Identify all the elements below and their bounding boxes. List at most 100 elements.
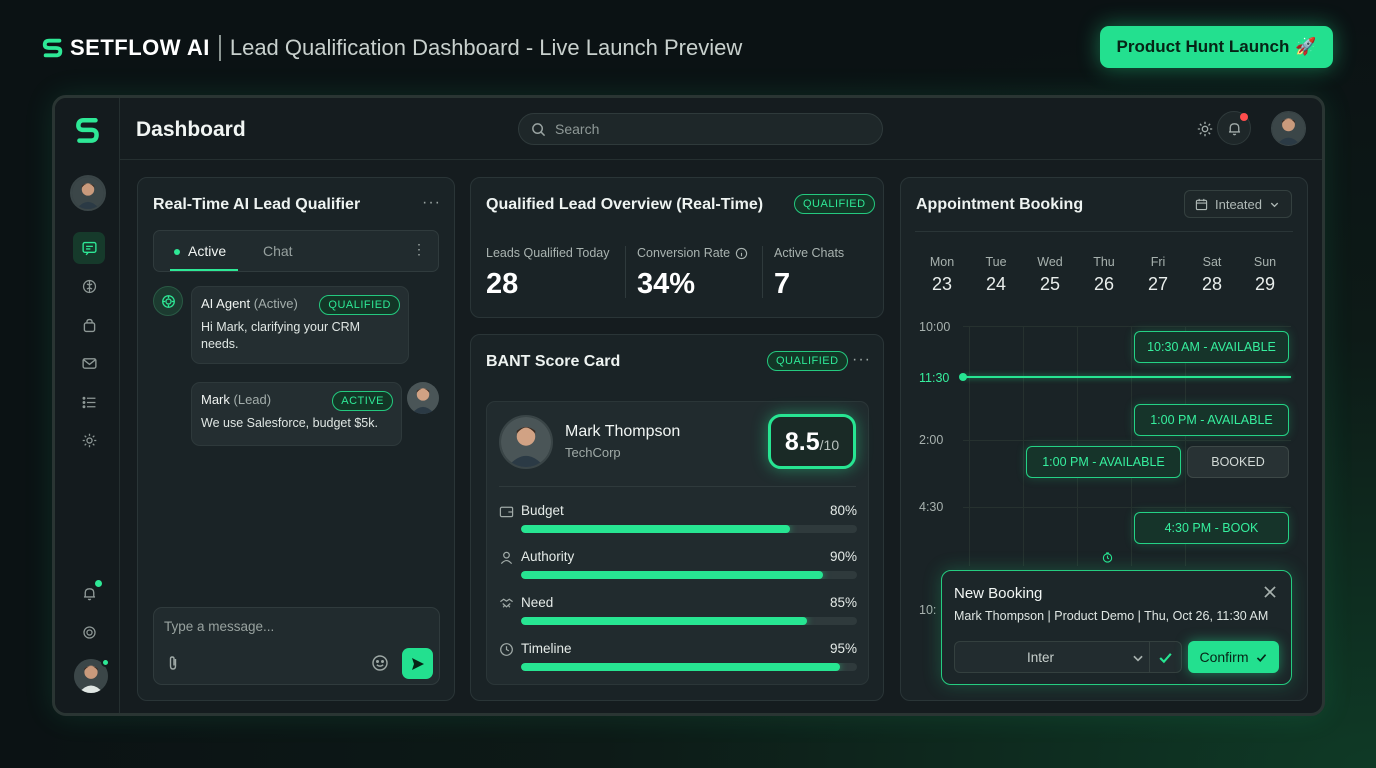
checkmark-icon <box>1256 653 1266 662</box>
sidebar-item-preferences[interactable] <box>73 616 105 648</box>
header-avatar[interactable] <box>1271 111 1306 146</box>
person-avatar-icon <box>501 417 551 467</box>
tabs-menu-button[interactable]: ⋮ <box>412 241 427 258</box>
stat-value: 34% <box>637 268 696 300</box>
day-name: Fri <box>1150 255 1166 269</box>
select-confirm-check[interactable] <box>1149 642 1181 672</box>
bant-score: 8.5/10 <box>768 414 856 469</box>
confirm-button[interactable]: Confirm <box>1188 641 1279 673</box>
day-name: Tue <box>985 255 1007 269</box>
sidebar-item-settings[interactable] <box>73 424 105 456</box>
new-booking-popup: New Booking Mark Thompson | Product Demo… <box>941 570 1292 685</box>
metric-authority: Authority 90% <box>499 549 857 585</box>
sidebar-item-ai[interactable] <box>73 270 105 302</box>
active-badge: ACTIVE <box>332 391 393 411</box>
tab-chat[interactable]: Chat <box>263 243 293 259</box>
tab-underline <box>170 269 238 271</box>
slot-available[interactable]: 4:30 PM - BOOK <box>1134 512 1289 544</box>
calendar-icon <box>1195 198 1208 210</box>
sidebar <box>55 98 120 713</box>
setflow-logo-icon <box>42 38 63 58</box>
brain-icon <box>161 294 175 308</box>
stat-leads-qualified: Leads Qualified Today 28 <box>486 246 609 301</box>
metric-track <box>521 571 857 579</box>
more-options-button[interactable]: ··· <box>422 194 441 212</box>
sidebar-item-orders[interactable] <box>73 309 105 341</box>
message-input[interactable] <box>164 619 424 641</box>
more-options-button[interactable]: ··· <box>852 351 871 369</box>
filter-value: Inteated <box>1215 196 1262 212</box>
tab-active[interactable]: Active <box>174 243 226 259</box>
day-date: 25 <box>1039 274 1061 294</box>
day-date: 26 <box>1093 274 1115 294</box>
day-column[interactable]: Sat 28 <box>1190 255 1234 295</box>
handshake-icon <box>500 598 513 608</box>
timer-icon <box>1102 552 1113 563</box>
gear-icon <box>1197 121 1213 137</box>
user-avatar[interactable] <box>74 658 110 693</box>
message-text: Hi Mark, clarifying your CRM needs. <box>201 320 361 351</box>
metric-percent: 85% <box>829 595 857 610</box>
metric-fill <box>521 663 841 671</box>
metric-label: Budget <box>521 503 564 518</box>
qualifier-tabs: Active Chat ⋮ <box>153 230 439 272</box>
new-booking-details: Mark Thompson | Product Demo | Thu, Oct … <box>954 609 1269 623</box>
sidebar-item-list[interactable] <box>73 386 105 418</box>
qualified-badge: QUALIFIED <box>767 351 848 371</box>
sidebar-item-notifications[interactable] <box>73 577 105 609</box>
gear-icon <box>82 625 96 639</box>
grid-line <box>1023 326 1024 566</box>
metric-percent: 90% <box>829 549 857 564</box>
top-banner: SETFLOW AI Lead Qualification Dashboard … <box>42 28 742 68</box>
day-date: 29 <box>1254 274 1276 294</box>
lead-avatar <box>407 382 439 414</box>
booking-filter-dropdown[interactable]: Inteated <box>1184 190 1292 218</box>
info-icon[interactable] <box>735 247 748 260</box>
overview-title: Qualified Lead Overview (Real-Time) <box>486 196 764 213</box>
person-avatar-icon <box>1272 112 1305 145</box>
metric-fill <box>521 571 824 579</box>
search-bar[interactable] <box>518 113 883 145</box>
sidebar-logo-icon[interactable] <box>75 116 101 146</box>
sidebar-item-chat[interactable] <box>73 232 105 264</box>
day-date: 27 <box>1147 274 1169 294</box>
sidebar-avatar[interactable] <box>70 175 106 211</box>
slot-available[interactable]: 10:30 AM - AVAILABLE <box>1134 331 1289 363</box>
day-column[interactable]: Sun 29 <box>1243 255 1287 295</box>
grid-line <box>963 326 1291 327</box>
day-column[interactable]: Mon 23 <box>920 255 964 295</box>
slot-available[interactable]: 1:00 PM - AVAILABLE <box>1134 404 1289 436</box>
lead-company: TechCorp <box>565 445 621 460</box>
slot-booked[interactable]: BOOKED <box>1187 446 1289 478</box>
paperclip-icon[interactable] <box>165 655 181 671</box>
emoji-icon[interactable] <box>371 654 389 672</box>
confirm-label: Confirm <box>1199 649 1249 665</box>
send-button[interactable] <box>402 648 433 679</box>
notifications-button[interactable] <box>1217 111 1251 145</box>
booking-title: Appointment Booking <box>916 196 1084 213</box>
product-hunt-launch-button[interactable]: Product Hunt Launch 🚀 <box>1100 26 1333 68</box>
sidebar-item-mail[interactable] <box>73 347 105 379</box>
rocket-icon: 🚀 <box>1295 37 1317 56</box>
page-title: Dashboard <box>136 118 246 141</box>
ai-agent-avatar <box>153 286 183 316</box>
stat-divider <box>625 246 626 298</box>
metric-track <box>521 617 857 625</box>
day-column[interactable]: Thu 26 <box>1082 255 1126 295</box>
booking-type-select[interactable]: Inter <box>954 641 1182 673</box>
settings-button[interactable] <box>1190 114 1220 144</box>
stat-label: Active Chats <box>774 246 845 260</box>
close-icon[interactable] <box>1261 583 1279 601</box>
day-name: Wed <box>1037 255 1063 269</box>
slot-available[interactable]: 1:00 PM - AVAILABLE <box>1026 446 1181 478</box>
time-label: 10:00 <box>919 320 951 334</box>
day-column[interactable]: Fri 27 <box>1136 255 1180 295</box>
stat-value: 7 <box>774 268 791 300</box>
metric-fill <box>521 617 807 625</box>
message-ai-agent: AI Agent (Active) QUALIFIED Hi Mark, cla… <box>191 286 409 364</box>
day-column[interactable]: Tue 24 <box>974 255 1018 295</box>
chevron-down-icon <box>1133 655 1143 662</box>
product-hunt-launch-label: Product Hunt Launch <box>1116 37 1290 56</box>
day-column[interactable]: Wed 25 <box>1028 255 1072 295</box>
search-input[interactable] <box>555 121 855 137</box>
